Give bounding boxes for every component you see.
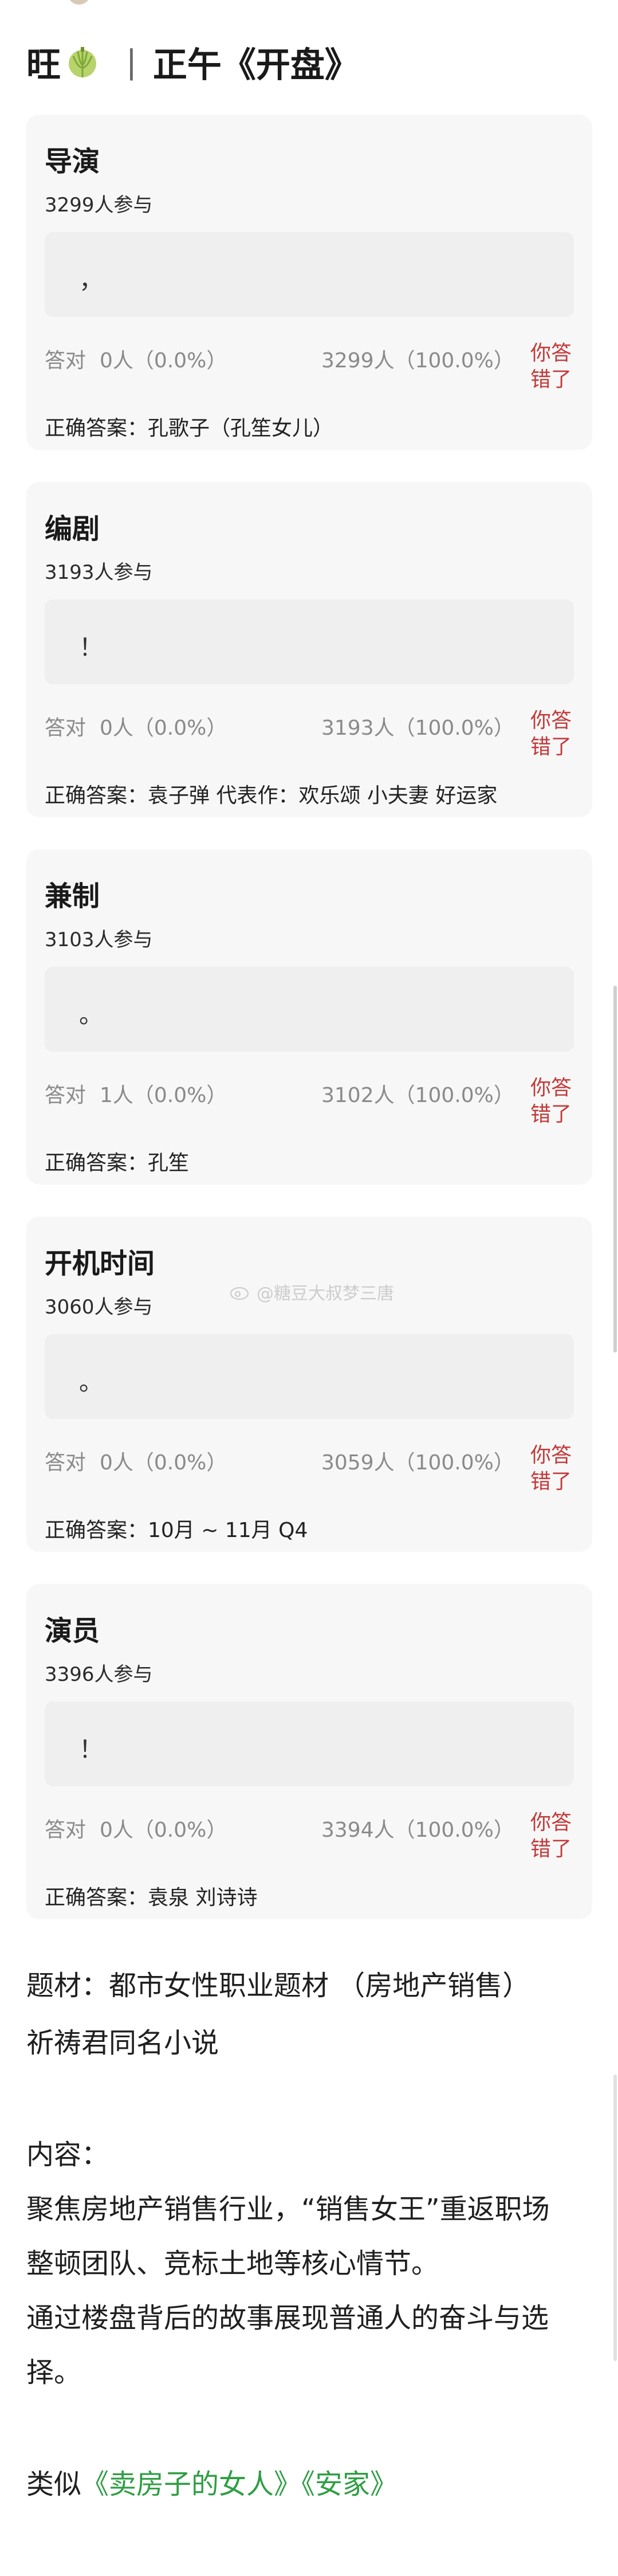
question-title: 编剧 <box>45 513 100 545</box>
similar-line: 类似《卖房子的女人》《安家》 <box>26 2461 397 2501</box>
question-title: 兼制 <box>45 880 100 912</box>
similar-prefix: 类似 <box>26 2468 82 2500</box>
weibo-icon <box>229 1283 252 1300</box>
wrong-count: 3394人（100.0%） <box>321 1818 514 1842</box>
participant-count: 3193人参与 <box>45 561 153 584</box>
participant-count: 3299人参与 <box>45 194 153 217</box>
answer-text: ！ <box>79 1735 104 1763</box>
header-separator: | <box>126 43 137 81</box>
correct-count: 0人（0.0%） <box>100 1818 227 1842</box>
page-title: 正午《开盘》 <box>152 45 359 85</box>
correct-answer: 正确答案：袁子弹 代表作：欢乐颂 小夫妻 好运家 <box>45 784 498 807</box>
post-header: 旺 | 正午《开盘》 <box>26 34 359 89</box>
result-badge: 你答错了 <box>530 1811 572 1861</box>
answer-option[interactable]: ， <box>45 232 574 317</box>
content-line-2: 整顿团队、竞标土地等核心情节。 <box>26 2248 439 2280</box>
answer-option[interactable]: 。 <box>45 967 574 1052</box>
stat-label: 答对 <box>45 716 86 740</box>
content-line-3: 通过楼盘背后的故事展现普通人的奋斗与选 <box>26 2302 549 2334</box>
result-badge: 你答错了 <box>530 709 572 759</box>
answer-option[interactable]: ！ <box>45 599 574 684</box>
quiz-card-producer: 兼制 3103人参与 。 答对 1人（0.0%） 3102人（100.0%） 你… <box>26 849 592 1185</box>
question-title: 导演 <box>45 146 100 178</box>
participant-count: 3103人参与 <box>45 928 153 951</box>
correct-answer: 正确答案：10月 ~ 11月 Q4 <box>45 1519 308 1542</box>
quiz-card-screenwriter: 编剧 3193人参与 ！ 答对 0人（0.0%） 3193人（100.0%） 你… <box>26 482 592 817</box>
participant-count: 3396人参与 <box>45 1663 153 1686</box>
result-badge: 你答错了 <box>530 342 572 391</box>
correct-count: 0人（0.0%） <box>100 716 227 740</box>
scrollbar[interactable] <box>613 986 617 1352</box>
similar-link-sell-house-woman[interactable]: 《卖房子的女人》 <box>81 2468 301 2500</box>
result-badge: 你答错了 <box>530 1076 572 1126</box>
answer-text: ， <box>79 266 104 294</box>
stat-label: 答对 <box>45 1084 86 1107</box>
correct-count: 0人（0.0%） <box>100 349 227 373</box>
answer-text: 。 <box>79 1368 104 1396</box>
answer-option[interactable]: 。 <box>45 1334 574 1419</box>
quiz-card-director: 导演 3299人参与 ， 答对 0人（0.0%） 3299人（100.0%） 你… <box>26 115 592 450</box>
weibo-watermark: @糖豆大叔梦三唐 <box>229 1279 394 1304</box>
question-title: 演员 <box>45 1615 100 1647</box>
correct-answer: 正确答案：袁泉 刘诗诗 <box>45 1886 258 1910</box>
wrong-count: 3102人（100.0%） <box>321 1084 514 1107</box>
participant-count: 3060人参与 <box>45 1296 153 1319</box>
stat-label: 答对 <box>45 1818 86 1842</box>
answer-text: 。 <box>79 1001 104 1029</box>
content-line-1: 聚焦房地产销售行业，“销售女王”重返职场 <box>26 2193 550 2225</box>
question-title: 开机时间 <box>45 1248 155 1280</box>
header-prefix: 旺 <box>26 45 61 85</box>
avatar[interactable] <box>68 0 90 5</box>
wrong-count: 3059人（100.0%） <box>321 1451 514 1475</box>
melon-icon <box>65 45 100 79</box>
source-line: 祈祷君同名小说 <box>26 2027 219 2059</box>
correct-count: 1人（0.0%） <box>100 1084 227 1107</box>
content-heading: 内容： <box>26 2139 109 2171</box>
wrong-count: 3193人（100.0%） <box>321 716 514 740</box>
result-badge: 你答错了 <box>530 1444 572 1493</box>
answer-option[interactable]: ！ <box>45 1701 574 1786</box>
content-line-4: 择。 <box>26 2357 82 2389</box>
quiz-card-actors: 演员 3396人参与 ！ 答对 0人（0.0%） 3394人（100.0%） 你… <box>26 1584 592 1919</box>
wrong-count: 3299人（100.0%） <box>321 349 514 373</box>
quiz-card-start-time: 开机时间 3060人参与 。 答对 0人（0.0%） 3059人（100.0%）… <box>26 1217 592 1552</box>
stat-label: 答对 <box>45 349 86 373</box>
watermark-text: @糖豆大叔梦三唐 <box>257 1284 394 1304</box>
correct-answer: 正确答案：孔笙 <box>45 1151 190 1175</box>
similar-link-anjia[interactable]: 《安家》 <box>301 2468 397 2500</box>
correct-answer: 正确答案：孔歌子（孔笙女儿） <box>45 417 334 440</box>
scrollbar-track <box>613 2075 617 2361</box>
stat-label: 答对 <box>45 1451 86 1475</box>
genre-line: 题材：都市女性职业题材 （房地产销售） <box>26 1970 530 2002</box>
answer-text: ！ <box>79 633 104 661</box>
correct-count: 0人（0.0%） <box>100 1451 227 1475</box>
